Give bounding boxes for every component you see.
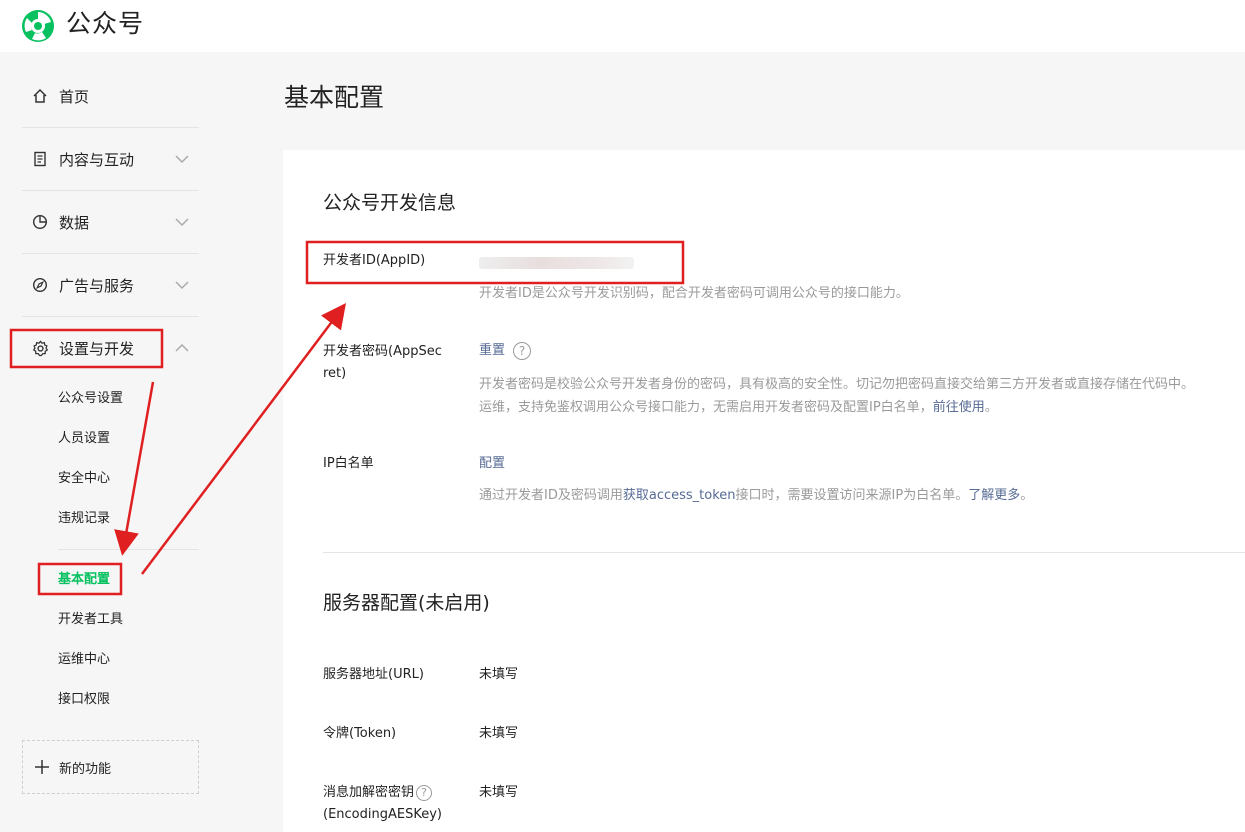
chevron-up-icon[interactable]	[175, 341, 189, 355]
page-title: 基本配置	[284, 83, 385, 112]
sidebar-item-label: 数据	[59, 213, 90, 232]
home-icon	[30, 86, 50, 106]
learn-more-link[interactable]: 了解更多	[968, 488, 1020, 503]
subnav-divider	[58, 549, 199, 550]
compass-icon	[30, 275, 50, 295]
server-url-value: 未填写	[479, 667, 519, 682]
appsecret-actions: 重置?	[479, 341, 532, 361]
subnav-personnel-settings[interactable]: 人员设置	[58, 429, 110, 449]
app-title: 公众号	[66, 9, 145, 38]
subnav-account-settings[interactable]: 公众号设置	[58, 389, 123, 409]
appsecret-desc-text: 运维，支持免鉴权调用公众号接口能力，无需启用开发者密码及配置IP白名单，	[479, 400, 933, 415]
appsecret-label-line1: 开发者密码(AppSec	[323, 344, 442, 359]
subnav-violation-records[interactable]: 违规记录	[58, 509, 110, 529]
token-value: 未填写	[479, 726, 519, 741]
subnav-developer-tools[interactable]: 开发者工具	[58, 610, 123, 630]
aes-key-label-line2: (EncodingAESKey)	[323, 807, 442, 822]
new-feature-button[interactable]: 新的功能	[22, 740, 199, 794]
appsecret-desc-end: 。	[984, 400, 998, 415]
sidebar-item-ads-services[interactable]: 广告与服务	[22, 254, 199, 316]
appsecret-description-line2: 运维，支持免鉴权调用公众号接口能力，无需启用开发者密码及配置IP白名单，前往使用…	[479, 396, 998, 419]
appsecret-label-line2: ret)	[323, 366, 347, 381]
get-access-token-link[interactable]: 获取access_token	[623, 488, 736, 503]
sidebar-item-home[interactable]: 首页	[22, 65, 199, 127]
aes-key-value: 未填写	[479, 785, 519, 800]
sidebar-item-data[interactable]: 数据	[22, 191, 199, 253]
sidebar-item-label: 设置与开发	[59, 339, 135, 358]
dev-info-section-title: 公众号开发信息	[323, 192, 457, 214]
top-bar: 公众号	[0, 0, 1245, 52]
document-icon	[30, 149, 50, 169]
new-feature-label: 新的功能	[59, 761, 112, 777]
appid-value-redacted	[479, 257, 634, 269]
token-label: 令牌(Token)	[323, 726, 397, 741]
ip-desc-text-2: 接口时，需要设置访问来源IP为白名单。	[735, 488, 969, 503]
reset-secret-link[interactable]: 重置	[479, 343, 505, 358]
gear-icon	[30, 338, 50, 358]
subnav-basic-config[interactable]: 基本配置	[58, 570, 110, 590]
pie-chart-icon	[30, 212, 50, 232]
plus-icon	[35, 760, 49, 774]
section-divider	[323, 552, 1245, 553]
appsecret-description-line1: 开发者密码是校验公众号开发者身份的密码，具有极高的安全性。切记勿把密码直接交给第…	[479, 377, 1195, 392]
sidebar-item-content[interactable]: 内容与互动	[22, 128, 199, 190]
wechat-official-account-logo-icon[interactable]	[20, 8, 56, 44]
sidebar-item-label: 广告与服务	[59, 276, 135, 295]
aes-key-label-line1: 消息加解密密钥	[323, 785, 415, 800]
chevron-down-icon[interactable]	[175, 152, 189, 166]
ip-whitelist-label: IP白名单	[323, 456, 374, 471]
chevron-down-icon[interactable]	[175, 278, 189, 292]
go-use-link[interactable]: 前往使用	[933, 400, 985, 415]
ip-desc-text: 通过开发者ID及密码调用	[479, 488, 623, 503]
sidebar-item-settings-dev[interactable]: 设置与开发	[22, 317, 199, 379]
subnav-api-permissions[interactable]: 接口权限	[58, 690, 110, 710]
aes-key-label: 消息加解密密钥? (EncodingAESKey)	[323, 782, 442, 826]
ip-whitelist-description: 通过开发者ID及密码调用获取access_token接口时，需要设置访问来源IP…	[479, 484, 1033, 507]
server-section-title: 服务器配置(未启用)	[323, 592, 490, 614]
help-icon[interactable]: ?	[513, 341, 532, 360]
appid-label: 开发者ID(AppID)	[323, 253, 426, 268]
subnav-ops-center[interactable]: 运维中心	[58, 650, 110, 670]
server-url-label: 服务器地址(URL)	[323, 667, 424, 682]
configure-ip-link[interactable]: 配置	[479, 456, 505, 471]
ip-desc-end: 。	[1020, 488, 1034, 503]
appid-description: 开发者ID是公众号开发识别码，配合开发者密码可调用公众号的接口能力。	[479, 286, 909, 301]
help-icon[interactable]: ?	[416, 784, 433, 801]
config-card: 公众号开发信息 开发者ID(AppID) 开发者ID是公众号开发识别码，配合开发…	[283, 150, 1245, 832]
subnav-security-center[interactable]: 安全中心	[58, 469, 110, 489]
chevron-down-icon[interactable]	[175, 215, 189, 229]
ip-whitelist-actions: 配置	[479, 454, 505, 474]
appsecret-label: 开发者密码(AppSec ret)	[323, 341, 442, 385]
sidebar-item-label: 内容与互动	[59, 150, 135, 169]
sidebar-item-label: 首页	[59, 87, 90, 106]
